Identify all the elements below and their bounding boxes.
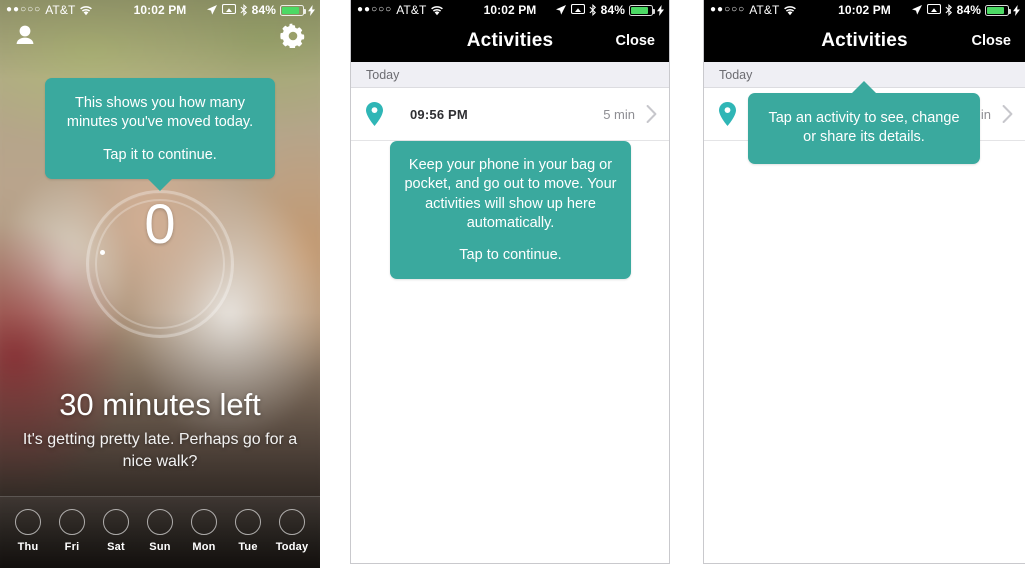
section-header-today: Today [351,62,669,88]
tooltip-arrow-up-icon [851,81,877,94]
day-item[interactable]: Sun [140,508,180,553]
day-label: Fri [64,540,80,553]
tooltip-primary-text: Tap an activity to see, change or share … [768,110,960,146]
status-bar-right: 84% [911,3,1025,17]
carrier-label: AT&T [396,3,427,17]
status-bar: ●●○○○ AT&T 10:02 PM 84% [0,0,320,20]
day-ring-icon [191,508,217,535]
map-pin-icon [365,102,384,126]
battery-icon [629,4,655,16]
location-arrow-icon [555,4,567,16]
status-bar-left: ●●○○○ AT&T [704,3,797,17]
hero-subtitle: It's getting pretty late. Perhaps go for… [22,431,298,470]
bluetooth-icon [240,4,248,16]
airplay-icon [926,4,941,16]
onboarding-tooltip-move[interactable]: This shows you how many minutes you've m… [45,78,275,191]
day-ring-icon [103,508,129,535]
page-title: Activities [821,30,908,51]
tooltip-action-text: Tap to continue. [459,247,562,264]
carrier-label: AT&T [45,3,76,17]
day-ring-icon [59,508,85,535]
section-header-label: Today [366,67,400,82]
airplay-icon [570,4,585,16]
settings-button[interactable] [280,22,308,52]
lightning-bolt-icon [1013,4,1020,16]
day-label: Today [275,540,309,553]
hero-message: 30 minutes left It's getting pretty late… [0,387,320,472]
section-header-label: Today [719,67,753,82]
day-ring-icon [235,508,261,535]
location-arrow-icon [206,4,218,16]
navigation-bar: Activities Close [704,20,1025,62]
status-bar: ●●○○○ AT&T 10:02 PM 84% [351,0,669,20]
bluetooth-icon [945,4,953,16]
onboarding-tooltip-activity-detail[interactable]: Tap an activity to see, change or share … [748,81,980,164]
signal-strength-icon: ●●○○○ [6,4,42,15]
move-minutes-value: 0 [144,192,176,255]
bluetooth-icon [589,4,597,16]
dashboard-top-icons [0,22,320,56]
table-row[interactable]: 09:56 PM 5 min [351,88,669,141]
activity-time: 09:56 PM [410,106,468,122]
day-label: Sun [149,540,171,553]
activities-list-body [704,141,1025,563]
hero-title: 30 minutes left [59,387,261,422]
chevron-right-icon [646,105,657,123]
day-item[interactable]: Tue [228,508,268,553]
onboarding-tooltip-activities[interactable]: Keep your phone in your bag or pocket, a… [390,141,631,280]
tooltip-spacer [63,133,257,146]
activities-screen-empty: ●●○○○ AT&T 10:02 PM 84% Activities Close… [350,0,670,564]
day-ring-icon [279,508,305,535]
gear-icon [280,23,306,52]
battery-icon [280,4,306,16]
airplay-icon [221,4,236,16]
lightning-bolt-icon [657,4,664,16]
day-item[interactable]: Sat [96,508,136,553]
day-item[interactable]: Fri [52,508,92,553]
wifi-icon [783,5,797,16]
map-pin-icon [718,102,737,126]
battery-icon [985,4,1011,16]
page-title: Activities [466,30,554,51]
screenshot-stage: ●●○○○ AT&T 10:02 PM 84% 0 30 minutes lef… [0,0,1025,568]
status-bar-right: 84% [555,3,669,17]
carrier-label: AT&T [749,3,780,17]
lightning-bolt-icon [308,4,315,16]
profile-button[interactable] [12,22,40,52]
day-label: Mon [192,540,216,553]
status-bar: ●●○○○ AT&T 10:02 PM 84% [704,0,1025,20]
status-bar-left: ●●○○○ AT&T [351,3,444,17]
day-label: Thu [17,540,39,553]
week-day-strip: Thu Fri Sat Sun Mon Tue Today [0,496,320,568]
move-progress-ring[interactable]: 0 [86,190,234,338]
tooltip-spacer [404,233,617,246]
chevron-right-icon [1002,105,1013,123]
day-label: Sat [107,540,125,553]
day-item[interactable]: Today [272,508,312,553]
battery-percent-label: 84% [251,3,276,17]
status-bar-right: 84% [206,3,320,17]
battery-percent-label: 84% [600,3,625,17]
day-item[interactable]: Mon [184,508,224,553]
location-arrow-icon [911,4,923,16]
tooltip-arrow-down-icon [147,177,173,191]
battery-percent-label: 84% [956,3,981,17]
wifi-icon [430,5,444,16]
profile-icon [12,25,38,54]
signal-strength-icon: ●●○○○ [710,4,746,15]
close-button[interactable]: Close [616,33,656,49]
day-ring-icon [15,508,41,535]
day-label: Tue [238,540,258,553]
tooltip-action-text: Tap it to continue. [103,146,217,163]
day-ring-icon [147,508,173,535]
signal-strength-icon: ●●○○○ [357,4,393,15]
tooltip-primary-text: This shows you how many minutes you've m… [66,95,254,131]
activity-duration: 5 min [603,106,635,122]
day-item[interactable]: Thu [8,508,48,553]
wifi-icon [79,5,93,16]
navigation-bar: Activities Close [351,20,669,62]
close-button[interactable]: Close [972,33,1012,49]
status-bar-left: ●●○○○ AT&T [0,3,93,17]
tooltip-primary-text: Keep your phone in your bag or pocket, a… [404,157,617,231]
